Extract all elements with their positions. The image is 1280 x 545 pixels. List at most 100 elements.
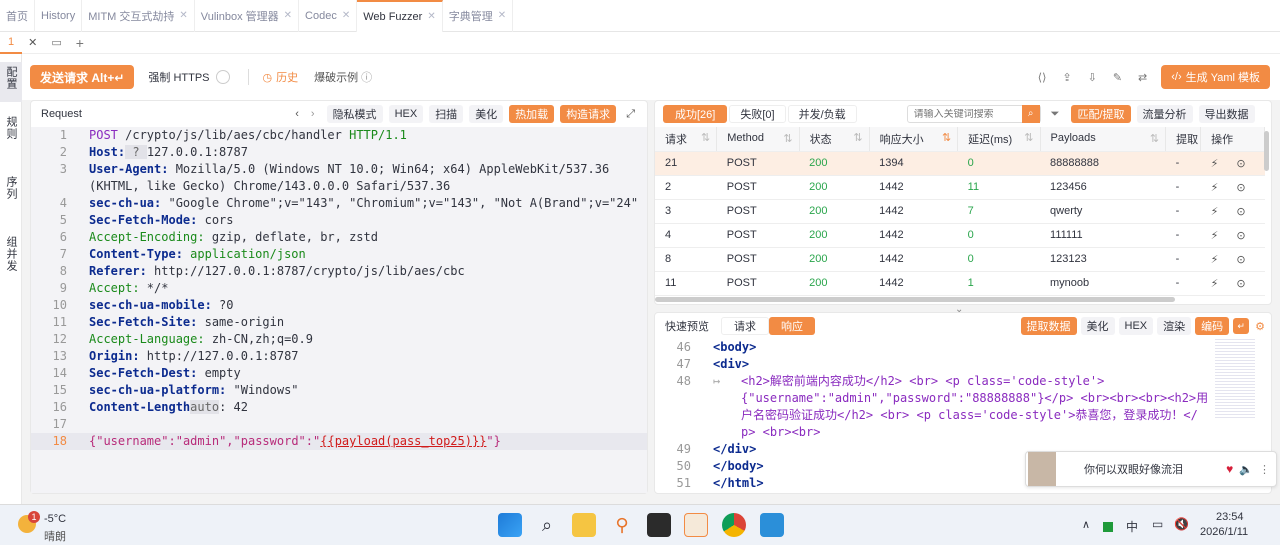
sort-icon[interactable]: ⇅	[1024, 131, 1033, 144]
results-tab-1[interactable]: 失败[0]	[729, 105, 786, 123]
close-icon[interactable]: ✕	[22, 36, 43, 49]
table-row[interactable]: 2 POST 200 1442 11 123456- ⚡ ⊙	[655, 175, 1265, 200]
lightning-icon[interactable]: ⚡	[1211, 278, 1219, 290]
preview-tab-0[interactable]: 请求	[721, 317, 769, 335]
table-hscrollbar[interactable]	[655, 297, 1175, 302]
sort-icon[interactable]: ⇅	[701, 131, 710, 144]
clock-time[interactable]: 23:54	[1216, 511, 1244, 523]
request-btn-3[interactable]: 美化	[469, 105, 504, 123]
lightning-icon[interactable]: ⚡	[1211, 254, 1219, 266]
column-header[interactable]: 操作	[1200, 127, 1265, 152]
request-btn-5[interactable]: 构造请求	[560, 105, 617, 123]
blast-example-button[interactable]: 爆破示例	[314, 69, 358, 85]
open-icon[interactable]: ⊙	[1236, 206, 1245, 218]
tab-0[interactable]: 首页	[0, 0, 35, 32]
sidebar-item-2[interactable]: 序列	[0, 176, 22, 222]
lightning-icon[interactable]: ⚡	[1211, 230, 1219, 242]
sort-icon[interactable]: ⇅	[783, 132, 792, 145]
filter-icon[interactable]: ⏷	[1051, 108, 1060, 121]
table-scrollbar[interactable]	[1264, 131, 1269, 171]
column-header[interactable]: 请求 ⇅	[655, 127, 718, 152]
file-explorer-icon[interactable]	[572, 513, 596, 537]
preview-btn-0[interactable]: 提取数据	[1020, 317, 1077, 335]
request-editor[interactable]: 1 POST /crypto/js/lib/aes/cbc/handler HTT…	[31, 127, 647, 493]
open-icon[interactable]: ⊙	[1236, 230, 1245, 242]
menu-icon[interactable]: ⋮	[1259, 463, 1270, 476]
sidebar-item-1[interactable]: 规则	[0, 116, 22, 162]
column-header[interactable]: 响应大小 ⇅	[869, 127, 959, 152]
edit-icon[interactable]: ✎	[1113, 71, 1122, 84]
wrap-icon[interactable]: ↵	[1233, 318, 1250, 334]
close-tab-icon[interactable]: ✕	[179, 10, 187, 21]
preview-btn-2[interactable]: HEX	[1118, 317, 1154, 335]
share-icon[interactable]: ⟨⟩	[1038, 71, 1047, 84]
history-button[interactable]: 历史	[276, 69, 298, 85]
force-https-toggle[interactable]	[215, 70, 230, 84]
subtab-1[interactable]: 1	[0, 32, 23, 54]
close-tab-icon[interactable]: ✕	[427, 11, 435, 22]
results-btn-2[interactable]: 导出数据	[1198, 105, 1255, 123]
request-btn-2[interactable]: 扫描	[429, 105, 464, 123]
lightning-icon[interactable]: ⚡	[1211, 182, 1219, 194]
preview-btn-3[interactable]: 渲染	[1157, 317, 1192, 335]
clock-date[interactable]: 2026/1/11	[1200, 526, 1248, 538]
close-tab-icon[interactable]: ✕	[284, 10, 292, 21]
tab-5[interactable]: Web Fuzzer ✕	[357, 0, 443, 32]
column-header[interactable]: Method ⇅	[716, 127, 800, 152]
open-icon[interactable]: ⊙	[1236, 278, 1245, 290]
request-btn-4[interactable]: 热加载	[509, 105, 555, 123]
start-icon[interactable]	[498, 513, 522, 537]
terminal-icon[interactable]	[647, 513, 671, 537]
tray-app-icon[interactable]	[1103, 522, 1113, 532]
import-icon[interactable]: ⇩	[1088, 71, 1097, 84]
column-header[interactable]: 提取	[1165, 127, 1202, 152]
expand-icon[interactable]: ⤢	[626, 108, 635, 121]
sort-icon[interactable]: ⇅	[1150, 132, 1159, 145]
export-icon[interactable]: ⇪	[1062, 71, 1071, 84]
ime-indicator[interactable]: 中	[1126, 518, 1138, 535]
table-row[interactable]: 8 POST 200 1442 0 123123- ⚡ ⊙	[655, 247, 1265, 272]
settings-icon[interactable]: ⚙	[1255, 320, 1265, 333]
heart-icon[interactable]: ♥	[1226, 462, 1233, 476]
yakit-icon[interactable]	[684, 513, 708, 537]
preview-btn-4[interactable]: 编码	[1195, 317, 1230, 335]
tab-6[interactable]: 字典管理 ✕	[443, 0, 514, 32]
table-row[interactable]: 11 POST 200 1442 1 mynoob - ⚡ ⊙	[655, 271, 1265, 296]
column-header[interactable]: Payloads ⇅	[1040, 127, 1167, 152]
tab-1[interactable]: History	[35, 0, 83, 32]
search-input[interactable]	[907, 108, 1022, 120]
sidebar-item-3[interactable]: 组并发	[0, 236, 22, 282]
generate-yaml-button[interactable]: ‹/› 生成 Yaml 模板	[1161, 65, 1270, 89]
tray-chevron-icon[interactable]: ∧	[1082, 518, 1090, 531]
results-btn-1[interactable]: 流量分析	[1136, 105, 1193, 123]
open-icon[interactable]: ⊙	[1236, 158, 1245, 170]
volume-icon[interactable]: 🔈	[1239, 463, 1253, 476]
request-btn-1[interactable]: HEX	[388, 105, 424, 123]
send-request-button[interactable]: 发送请求 Alt+↵	[30, 65, 135, 89]
app-magnifier-icon[interactable]: ⚲	[610, 513, 634, 537]
sidebar-item-0[interactable]: 配置	[0, 62, 22, 102]
chrome-icon[interactable]	[722, 513, 746, 537]
search-taskbar-icon[interactable]: ⌕	[535, 513, 559, 537]
add-tab-icon[interactable]: +	[70, 35, 90, 51]
results-tab-2[interactable]: 并发/负载	[787, 105, 857, 123]
table-row[interactable]: 21 POST 200 1394 0 88888888- ⚡ ⊙	[655, 151, 1265, 176]
sort-icon[interactable]: ⇅	[853, 131, 862, 144]
tab-4[interactable]: Codec ✕	[299, 0, 358, 32]
swap-icon[interactable]: ⇄	[1138, 71, 1147, 84]
preview-btn-1[interactable]: 美化	[1080, 317, 1115, 335]
results-tab-0[interactable]: 成功[26]	[663, 105, 728, 123]
tab-3[interactable]: Vulinbox 管理器 ✕	[195, 0, 300, 32]
search-icon[interactable]: ⌕	[1021, 105, 1040, 123]
table-row[interactable]: 4 POST 200 1442 0 111111- ⚡ ⊙	[655, 223, 1265, 248]
close-tab-icon[interactable]: ✕	[498, 10, 506, 21]
column-header[interactable]: 延迟(ms) ⇅	[957, 127, 1041, 152]
lightning-icon[interactable]: ⚡	[1211, 206, 1219, 218]
column-header[interactable]: 状态 ⇅	[799, 127, 870, 152]
results-btn-0[interactable]: 匹配/提取	[1071, 105, 1131, 123]
open-icon[interactable]: ⊙	[1236, 182, 1245, 194]
sort-icon[interactable]: ⇅	[942, 131, 951, 144]
next-icon[interactable]: ›	[311, 108, 315, 120]
lightning-icon[interactable]: ⚡	[1211, 158, 1219, 170]
table-row[interactable]: 3 POST 200 1442 7 qwerty - ⚡ ⊙	[655, 199, 1265, 224]
